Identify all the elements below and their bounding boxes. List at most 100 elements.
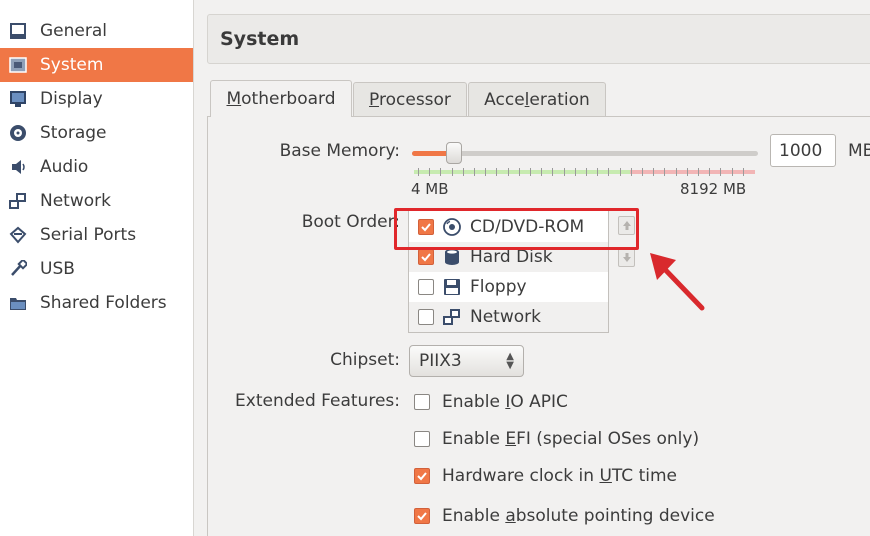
boot-item-checkbox[interactable] <box>418 249 434 265</box>
settings-sidebar: General System Display Storage Audio Net… <box>0 0 194 536</box>
tab-motherboard[interactable]: Motherboard <box>210 80 352 117</box>
sidebar-item-label: Serial Ports <box>40 225 137 245</box>
chipset-value: PIIX3 <box>419 351 462 371</box>
scale-tick <box>653 168 654 176</box>
memory-unit-label: MB <box>848 141 870 161</box>
tab-label: Processor <box>369 89 451 110</box>
sidebar-item-label: Audio <box>40 157 89 177</box>
enable-efi-checkbox[interactable]: Enable EFI (special OSes only) <box>414 427 699 451</box>
tab-panel-border-left <box>207 116 208 536</box>
floppy-icon <box>442 277 462 297</box>
enable-io-apic-checkbox[interactable]: Enable IO APIC <box>414 390 568 414</box>
sidebar-item-audio[interactable]: Audio <box>0 150 193 184</box>
scale-tick <box>732 168 733 176</box>
boot-item-label: Network <box>470 307 541 327</box>
checkbox-box[interactable] <box>414 508 430 524</box>
hardware-clock-utc-checkbox[interactable]: Hardware clock in UTC time <box>414 464 677 488</box>
sidebar-item-label: Display <box>40 89 103 109</box>
sidebar-item-usb[interactable]: USB <box>0 252 193 286</box>
checkbox-label: Enable IO APIC <box>442 392 568 412</box>
boot-item-checkbox[interactable] <box>418 309 434 325</box>
scale-tick <box>608 168 609 176</box>
scale-tick <box>552 168 553 176</box>
scale-tick <box>519 168 520 176</box>
sidebar-item-serial-ports[interactable]: Serial Ports <box>0 218 193 252</box>
sidebar-item-label: Network <box>40 191 111 211</box>
sidebar-item-network[interactable]: Network <box>0 184 193 218</box>
scale-tick <box>418 168 419 176</box>
scale-tick <box>687 168 688 176</box>
checkbox-box[interactable] <box>414 468 430 484</box>
sidebar-item-label: USB <box>40 259 75 279</box>
memory-min-label: 4 MB <box>411 180 449 198</box>
sidebar-item-storage[interactable]: Storage <box>0 116 193 150</box>
page-title: System <box>220 28 300 50</box>
audio-icon <box>8 157 28 177</box>
boot-item-label: Floppy <box>470 277 527 297</box>
tab-acceleration[interactable]: Acceleration <box>468 82 606 116</box>
checkbox-box[interactable] <box>414 394 430 410</box>
chipset-combobox[interactable]: PIIX3 ▲ ▼ <box>409 345 524 377</box>
scale-tick <box>463 168 464 176</box>
display-icon <box>8 89 28 109</box>
boot-item-network[interactable]: Network <box>409 302 608 332</box>
boot-item-checkbox[interactable] <box>418 279 434 295</box>
scale-tick <box>474 168 475 176</box>
base-memory-slider-handle[interactable] <box>446 142 462 164</box>
base-memory-spinbox[interactable]: 1000 <box>770 134 836 167</box>
scale-tick <box>452 168 453 176</box>
scale-tick <box>541 168 542 176</box>
boot-order-label: Boot Order: <box>301 212 400 232</box>
scale-tick <box>597 168 598 176</box>
tab-processor[interactable]: Processor <box>353 82 467 116</box>
general-icon <box>8 21 28 41</box>
usb-icon <box>8 259 28 279</box>
checkbox-label: Enable absolute pointing device <box>442 506 715 526</box>
boot-item-label: Hard Disk <box>470 247 553 267</box>
scale-tick <box>631 168 632 176</box>
scale-tick <box>530 168 531 176</box>
sidebar-item-system[interactable]: System <box>0 48 193 82</box>
chipset-label: Chipset: <box>330 350 400 370</box>
boot-item-floppy[interactable]: Floppy <box>409 272 608 302</box>
scale-tick <box>508 168 509 176</box>
combo-arrows-icon: ▲ ▼ <box>506 351 514 371</box>
checkbox-label: Hardware clock in UTC time <box>442 466 677 486</box>
scale-tick <box>664 168 665 176</box>
base-memory-value: 1000 <box>779 140 823 161</box>
memory-scale-unsafe <box>630 170 755 174</box>
scale-tick <box>496 168 497 176</box>
serial-ports-icon <box>8 225 28 245</box>
storage-icon <box>8 123 28 143</box>
sidebar-item-label: System <box>40 55 104 75</box>
scale-tick <box>586 168 587 176</box>
absolute-pointing-device-checkbox[interactable]: Enable absolute pointing device <box>414 504 715 528</box>
scale-tick <box>564 168 565 176</box>
scale-tick <box>642 168 643 176</box>
page-header: System <box>207 14 870 64</box>
network-icon <box>442 307 462 327</box>
sidebar-item-shared-folders[interactable]: Shared Folders <box>0 286 193 320</box>
shared-folders-icon <box>8 293 28 313</box>
checkbox-label: Enable EFI (special OSes only) <box>442 429 700 449</box>
sidebar-item-display[interactable]: Display <box>0 82 193 116</box>
scale-tick <box>429 168 430 176</box>
scale-tick <box>575 168 576 176</box>
tab-label: Acceleration <box>484 89 590 110</box>
scale-tick <box>709 168 710 176</box>
scale-tick <box>620 168 621 176</box>
scale-tick <box>698 168 699 176</box>
memory-max-label: 8192 MB <box>680 180 747 198</box>
sidebar-item-label: Shared Folders <box>40 293 167 313</box>
red-arrow-annotation-icon <box>650 253 705 311</box>
sidebar-item-general[interactable]: General <box>0 14 193 48</box>
scale-tick <box>676 168 677 176</box>
tab-label: Motherboard <box>226 89 336 109</box>
scale-tick <box>440 168 441 176</box>
base-memory-slider-track[interactable] <box>412 151 758 156</box>
system-icon <box>8 55 28 75</box>
scale-tick <box>743 168 744 176</box>
network-icon <box>8 191 28 211</box>
checkbox-box[interactable] <box>414 431 430 447</box>
scale-tick <box>720 168 721 176</box>
